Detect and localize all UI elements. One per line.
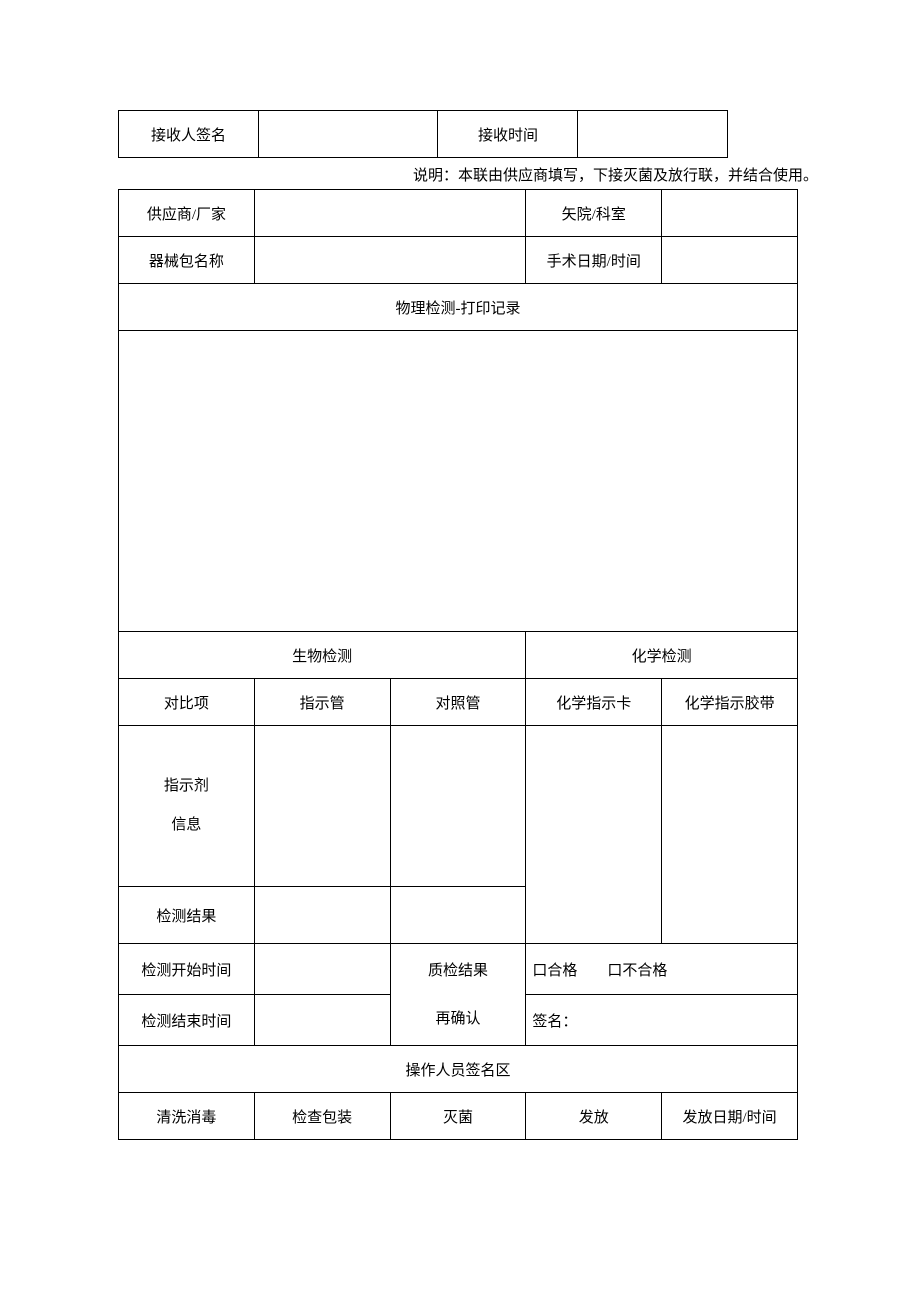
bio-section-title: 生物检测 bbox=[119, 632, 526, 679]
surgery-time-label: 手术日期/时间 bbox=[526, 237, 662, 284]
reconfirm-label: 再确认 bbox=[391, 995, 526, 1043]
receiver-table: 接收人签名 接收时间 bbox=[118, 110, 758, 158]
detection-end-label: 检测结束时间 bbox=[119, 995, 255, 1046]
receiver-signature-value[interactable] bbox=[258, 111, 438, 158]
physical-record-area[interactable] bbox=[119, 331, 798, 632]
op-inspect-label: 检查包装 bbox=[254, 1093, 390, 1140]
qc-result-label: 质检结果 bbox=[391, 947, 526, 995]
surgery-time-value[interactable] bbox=[662, 237, 798, 284]
op-release-time-label: 发放日期/时间 bbox=[662, 1093, 798, 1140]
hospital-value[interactable] bbox=[662, 190, 798, 237]
qc-options[interactable]: 口合格 口不合格 bbox=[526, 944, 798, 995]
indicator-info-label: 指示剂 信息 bbox=[119, 726, 255, 887]
signature-field[interactable]: 签名： bbox=[526, 995, 798, 1046]
chem-tape-info[interactable] bbox=[662, 726, 798, 944]
receive-time-value[interactable] bbox=[578, 111, 728, 158]
spacer-cell bbox=[728, 111, 758, 158]
control-tube-info[interactable] bbox=[390, 726, 526, 887]
receiver-signature-label: 接收人签名 bbox=[119, 111, 259, 158]
physical-section-title: 物理检测-打印记录 bbox=[119, 284, 798, 331]
col-chem-tape: 化学指示胶带 bbox=[662, 679, 798, 726]
detection-start-value[interactable] bbox=[254, 944, 390, 995]
op-release-label: 发放 bbox=[526, 1093, 662, 1140]
note-text: 说明：本联由供应商填写，下接灭菌及放行联，并结合使用。 bbox=[118, 158, 818, 189]
chem-card-info[interactable] bbox=[526, 726, 662, 944]
supplier-value[interactable] bbox=[254, 190, 526, 237]
col-compare-item: 对比项 bbox=[119, 679, 255, 726]
package-name-value[interactable] bbox=[254, 237, 526, 284]
col-indicator-tube: 指示管 bbox=[254, 679, 390, 726]
qc-result-reconfirm-label: 质检结果 再确认 bbox=[390, 944, 526, 1046]
indicator-line1: 指示剂 bbox=[119, 767, 254, 806]
detection-start-label: 检测开始时间 bbox=[119, 944, 255, 995]
indicator-tube-info[interactable] bbox=[254, 726, 390, 887]
detection-result-label: 检测结果 bbox=[119, 887, 255, 944]
col-control-tube: 对照管 bbox=[390, 679, 526, 726]
operator-section-title: 操作人员签名区 bbox=[119, 1046, 798, 1093]
main-form-table: 供应商/厂家 矢院/科室 器械包名称 手术日期/时间 物理检测-打印记录 生物检… bbox=[118, 189, 798, 1140]
supplier-label: 供应商/厂家 bbox=[119, 190, 255, 237]
col-chem-card: 化学指示卡 bbox=[526, 679, 662, 726]
hospital-label: 矢院/科室 bbox=[526, 190, 662, 237]
detection-result-control[interactable] bbox=[390, 887, 526, 944]
detection-result-tube[interactable] bbox=[254, 887, 390, 944]
receive-time-label: 接收时间 bbox=[438, 111, 578, 158]
package-name-label: 器械包名称 bbox=[119, 237, 255, 284]
op-clean-label: 清洗消毒 bbox=[119, 1093, 255, 1140]
op-sterilize-label: 灭菌 bbox=[390, 1093, 526, 1140]
indicator-line2: 信息 bbox=[119, 806, 254, 845]
chem-section-title: 化学检测 bbox=[526, 632, 798, 679]
detection-end-value[interactable] bbox=[254, 995, 390, 1046]
